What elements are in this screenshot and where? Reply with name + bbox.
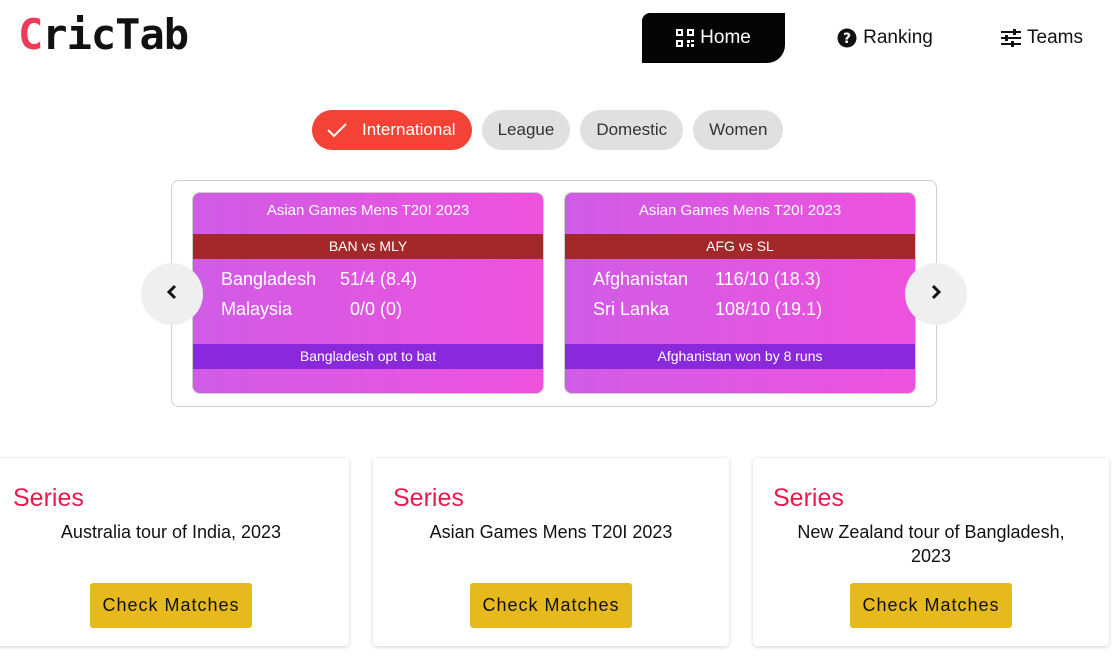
match-scores: Afghanistan 116/10 (18.3) Sri Lanka 108/…	[565, 259, 915, 344]
series-name: Australia tour of India, 2023	[60, 522, 282, 542]
chip-women[interactable]: Women	[693, 110, 784, 150]
check-matches-button[interactable]: Check Matches	[850, 583, 1012, 628]
carousel-prev-button[interactable]	[141, 263, 203, 325]
team-name: Afghanistan	[593, 269, 689, 289]
sliders-icon	[1001, 29, 1022, 47]
series-card: Series New Zealand tour of Bangladesh, 2…	[753, 458, 1109, 646]
score-row: Afghanistan 116/10 (18.3)	[565, 269, 915, 299]
chip-league[interactable]: League	[481, 110, 571, 150]
carousel-next-button[interactable]	[905, 263, 967, 325]
logo-rest: ricTab	[42, 10, 189, 59]
nav-teams-label: Teams	[1027, 27, 1083, 48]
qr-grid-icon	[676, 29, 695, 47]
series-label: Series	[773, 484, 844, 512]
team-name: Malaysia	[221, 299, 293, 319]
check-matches-button[interactable]: Check Matches	[470, 583, 632, 628]
score-row: Bangladesh 51/4 (8.4)	[193, 269, 543, 299]
chip-international[interactable]: International	[312, 110, 472, 150]
svg-text:?: ?	[843, 31, 851, 47]
series-label: Series	[13, 484, 84, 512]
team-score: 51/4 (8.4)	[340, 269, 418, 289]
series-name: New Zealand tour of Bangladesh, 2023	[797, 522, 1065, 566]
logo[interactable]: CricTab	[18, 10, 189, 59]
series-name: Asian Games Mens T20I 2023	[429, 522, 673, 542]
match-card[interactable]: Asian Games Mens T20I 2023 BAN vs MLY Ba…	[192, 192, 544, 394]
chip-label: Women	[709, 120, 768, 139]
match-series-title: Asian Games Mens T20I 2023	[266, 202, 470, 219]
check-matches-button[interactable]: Check Matches	[90, 583, 252, 628]
series-label: Series	[393, 484, 464, 512]
chip-label: League	[497, 120, 555, 139]
nav-ranking-label: Ranking	[863, 27, 933, 48]
nav-ranking[interactable]: ? Ranking	[785, 13, 985, 63]
score-row: Malaysia 0/0 (0)	[193, 299, 543, 329]
question-circle-icon: ?	[837, 28, 857, 48]
nav-teams[interactable]: Teams	[985, 13, 1099, 63]
match-carousel: Asian Games Mens T20I 2023 BAN vs MLY Ba…	[171, 180, 937, 407]
score-row: Sri Lanka 108/10 (19.1)	[565, 299, 915, 329]
team-name: Sri Lanka	[593, 299, 670, 319]
top-nav: Home ? Ranking Teams	[642, 13, 1099, 63]
category-filter: International League Domestic Women	[312, 110, 784, 150]
team-name: Bangladesh	[221, 269, 317, 289]
chevron-right-icon	[929, 284, 943, 305]
chip-domestic[interactable]: Domestic	[580, 110, 684, 150]
match-status: Bangladesh opt to bat	[193, 344, 543, 369]
series-card: Series Australia tour of India, 2023 Che…	[0, 458, 349, 646]
chip-label: Domestic	[596, 120, 668, 139]
match-teams: AFG vs SL	[565, 234, 915, 259]
nav-home-label: Home	[700, 27, 751, 48]
match-scores: Bangladesh 51/4 (8.4) Malaysia 0/0 (0)	[193, 259, 543, 344]
logo-letter-c: C	[18, 10, 43, 59]
series-card: Series Asian Games Mens T20I 2023 Check …	[373, 458, 729, 646]
check-icon	[326, 122, 348, 138]
chevron-left-icon	[165, 284, 179, 305]
team-score: 108/10 (19.1)	[715, 299, 823, 319]
team-score: 116/10 (18.3)	[715, 269, 821, 289]
logo-text: CricTab	[18, 10, 189, 59]
chip-label: International	[362, 120, 456, 139]
team-score: 0/0 (0)	[350, 299, 403, 319]
match-teams: BAN vs MLY	[193, 234, 543, 259]
match-card[interactable]: Asian Games Mens T20I 2023 AFG vs SL Afg…	[564, 192, 916, 394]
match-status: Afghanistan won by 8 runs	[565, 344, 915, 369]
nav-home[interactable]: Home	[642, 13, 785, 63]
match-series-title: Asian Games Mens T20I 2023	[638, 202, 842, 219]
